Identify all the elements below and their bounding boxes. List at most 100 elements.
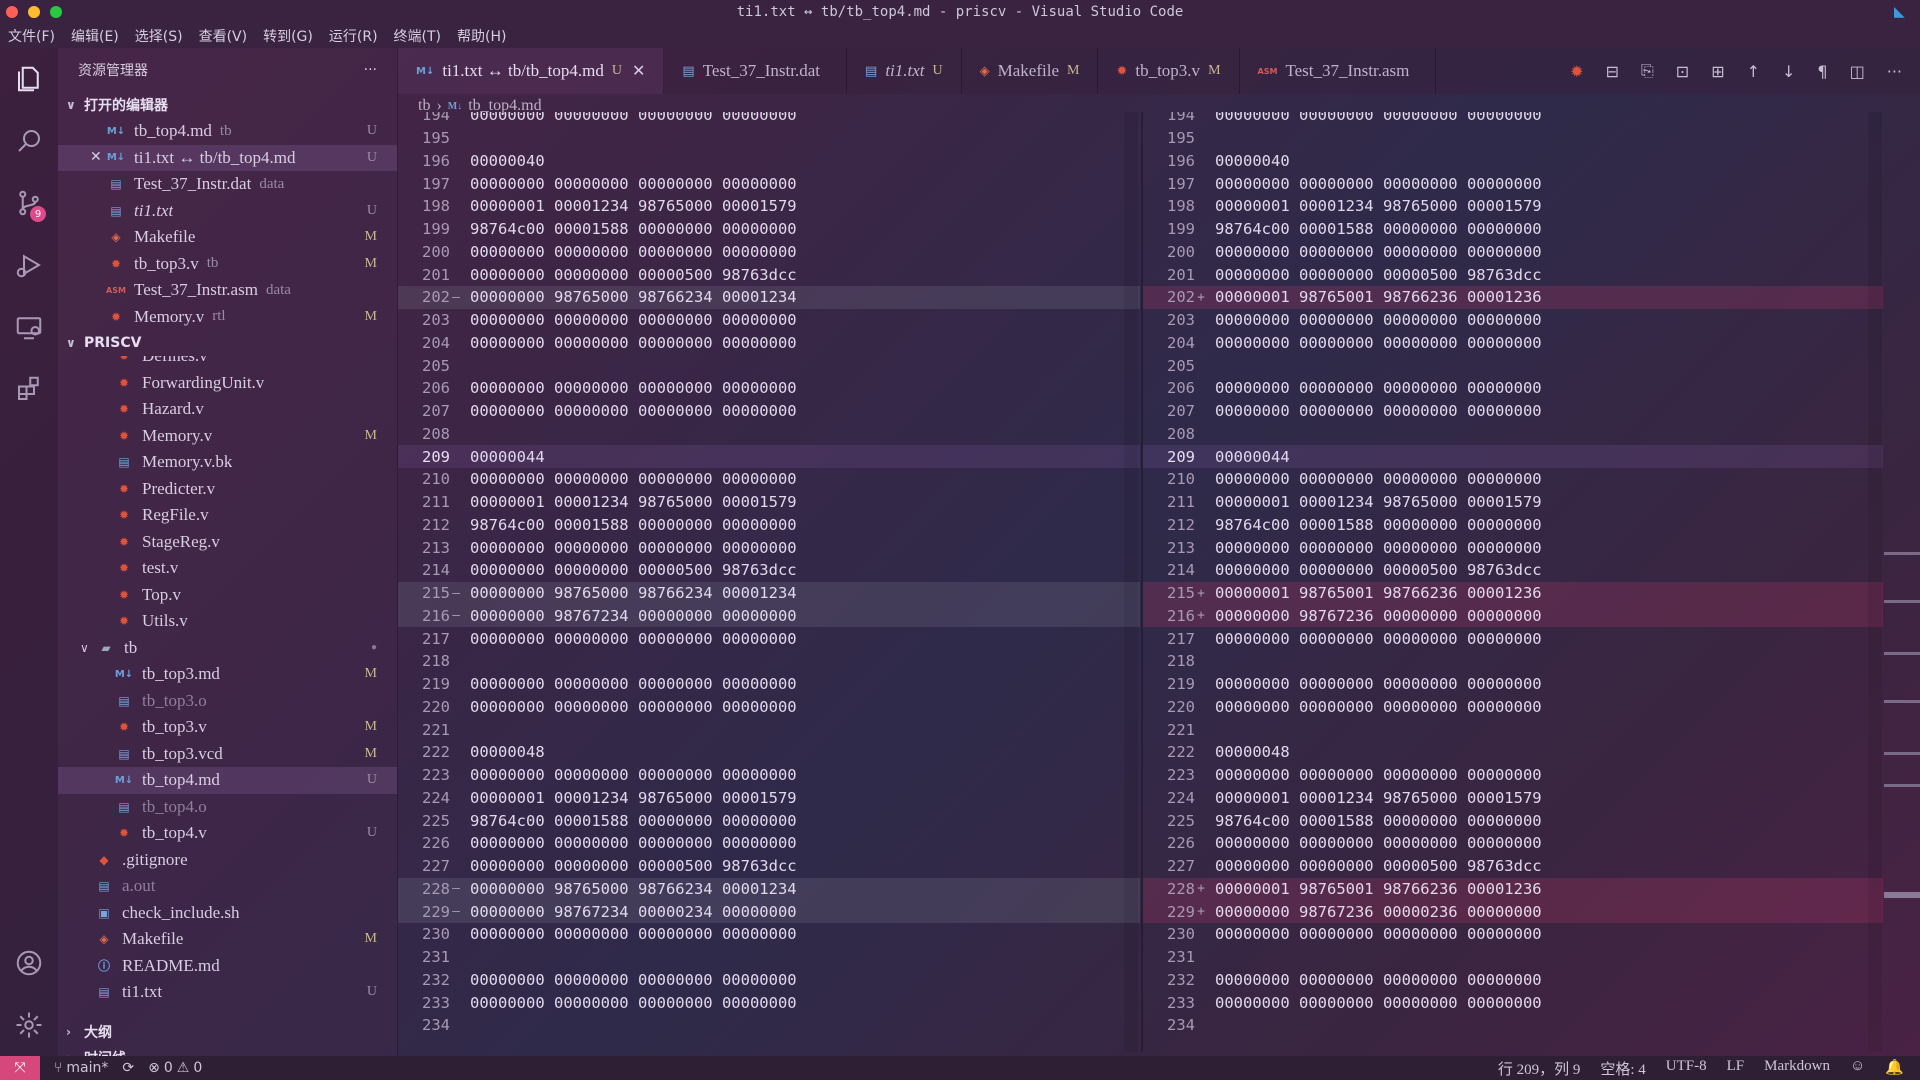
editor-tab[interactable]: ▤ Test_37_Instr.dat <box>664 48 848 94</box>
open-editor-item[interactable]: ASM Test_37_Instr.asm data <box>58 277 397 304</box>
search-activity[interactable] <box>0 110 58 172</box>
diff-line[interactable]: 195 <box>1143 127 1883 150</box>
diff-line[interactable]: 226 00000000 00000000 00000000 00000000 <box>398 832 1140 855</box>
inline-view-icon[interactable]: ⊡ <box>1676 62 1689 81</box>
diff-modified-pane[interactable]: 194 00000000 00000000 00000000 00000000 19… <box>1143 112 1883 1052</box>
open-file-icon[interactable]: ⎘ <box>1641 61 1654 81</box>
editor-tab[interactable]: M↓ ti1.txt ↔ tb/tb_top4.md U ✕ <box>398 48 665 94</box>
diff-line[interactable]: 221 <box>398 718 1140 741</box>
diff-line[interactable]: 225 98764c00 00001588 00000000 00000000 <box>1143 809 1883 832</box>
file-item[interactable]: ✹ Predicter.v <box>58 476 397 503</box>
diff-line[interactable]: 194 00000000 00000000 00000000 00000000 <box>398 112 1140 127</box>
diff-line[interactable]: 209 00000044 <box>398 445 1140 468</box>
save-diff-icon[interactable]: ⊞ <box>1711 62 1724 81</box>
diff-line[interactable]: 231 <box>1143 946 1883 969</box>
diff-line[interactable]: 233 00000000 00000000 00000000 00000000 <box>398 991 1140 1014</box>
file-item[interactable]: M↓ tb_top4.md U <box>58 767 397 794</box>
diff-line[interactable]: 217 00000000 00000000 00000000 00000000 <box>398 627 1140 650</box>
encoding[interactable]: UTF-8 <box>1666 1058 1707 1079</box>
diff-line[interactable]: 217 00000000 00000000 00000000 00000000 <box>1143 627 1883 650</box>
more-actions-icon[interactable]: ··· <box>1887 62 1902 81</box>
source-control-activity[interactable]: 9 <box>0 172 58 234</box>
open-editor-item[interactable]: ▤ Test_37_Instr.dat data <box>58 171 397 198</box>
project-section[interactable]: ∨ PRISCV <box>58 330 397 356</box>
diff-line[interactable]: 227 00000000 00000000 00000500 98763dcc <box>398 855 1140 878</box>
diff-line[interactable]: 226 00000000 00000000 00000000 00000000 <box>1143 832 1883 855</box>
diff-line[interactable]: 224 00000001 00001234 98765000 00001579 <box>1143 787 1883 810</box>
file-item[interactable]: ◆ .gitignore <box>58 847 397 874</box>
menu-item[interactable]: 终端(T) <box>394 26 441 46</box>
language-mode[interactable]: Markdown <box>1764 1058 1830 1079</box>
diff-line[interactable]: 210 00000000 00000000 00000000 00000000 <box>398 468 1140 491</box>
sync-status[interactable]: ⟳ <box>122 1060 134 1076</box>
diff-line[interactable]: 218 <box>1143 650 1883 673</box>
cursor-position[interactable]: 行 209，列 9 <box>1498 1058 1581 1079</box>
indentation[interactable]: 空格: 4 <box>1600 1058 1645 1079</box>
diff-line[interactable]: 230 00000000 00000000 00000000 00000000 <box>398 923 1140 946</box>
diff-line[interactable]: 194 00000000 00000000 00000000 00000000 <box>1143 112 1883 127</box>
file-item[interactable]: ◈ Makefile M <box>58 926 397 953</box>
branch-status[interactable]: ⑂ main* <box>54 1060 108 1076</box>
menu-item[interactable]: 转到(G) <box>263 26 313 46</box>
feedback-icon[interactable]: ☺ <box>1850 1058 1865 1079</box>
diff-line[interactable]: 234 <box>1143 1014 1883 1037</box>
explorer-activity[interactable] <box>0 48 58 110</box>
diff-line[interactable]: 203 00000000 00000000 00000000 00000000 <box>1143 309 1883 332</box>
split-editor-icon[interactable]: ◫ <box>1850 62 1865 81</box>
diff-line[interactable]: 201 00000000 00000000 00000500 98763dcc <box>398 263 1140 286</box>
close-window-button[interactable] <box>6 6 18 18</box>
diff-line[interactable]: 231 <box>398 946 1140 969</box>
diff-line[interactable]: 210 00000000 00000000 00000000 00000000 <box>1143 468 1883 491</box>
editor-tab[interactable]: ✹ tb_top3.v M <box>1098 48 1240 94</box>
editor-tab[interactable]: ◈ Makefile M <box>962 48 1099 94</box>
diff-line[interactable]: 205 <box>1143 354 1883 377</box>
diff-line[interactable]: 197 00000000 00000000 00000000 00000000 <box>1143 172 1883 195</box>
file-item[interactable]: ✹ test.v <box>58 555 397 582</box>
file-item[interactable]: ▤ a.out <box>58 873 397 900</box>
diff-line[interactable]: 196 00000040 <box>1143 150 1883 173</box>
diff-line[interactable]: 203 00000000 00000000 00000000 00000000 <box>398 309 1140 332</box>
diff-line[interactable]: 198 00000001 00001234 98765000 00001579 <box>1143 195 1883 218</box>
diff-line[interactable]: 216— 00000000 98767234 00000000 00000000 <box>398 604 1140 628</box>
file-item[interactable]: ✹ StageReg.v <box>58 529 397 556</box>
diff-line[interactable]: 225 98764c00 00001588 00000000 00000000 <box>398 809 1140 832</box>
accounts-activity[interactable] <box>0 932 58 994</box>
diff-line[interactable]: 234 <box>398 1014 1140 1037</box>
menu-item[interactable]: 选择(S) <box>135 26 183 46</box>
previous-change-icon[interactable]: ↑ <box>1747 62 1760 81</box>
open-editor-item[interactable]: ▤ ti1.txt U <box>58 198 397 225</box>
diff-line[interactable]: 221 <box>1143 718 1883 741</box>
diff-line[interactable]: 223 00000000 00000000 00000000 00000000 <box>398 764 1140 787</box>
diff-line[interactable]: 206 00000000 00000000 00000000 00000000 <box>1143 377 1883 400</box>
diff-line[interactable]: 222 00000048 <box>1143 741 1883 764</box>
diff-line[interactable]: 205 <box>398 354 1140 377</box>
next-change-icon[interactable]: ↓ <box>1782 62 1795 81</box>
file-item[interactable]: ▤ Memory.v.bk <box>58 449 397 476</box>
left-scrollbar[interactable] <box>1124 112 1138 1052</box>
close-tab-icon[interactable]: ✕ <box>632 61 645 81</box>
diff-line[interactable]: 213 00000000 00000000 00000000 00000000 <box>1143 536 1883 559</box>
diff-line[interactable]: 214 00000000 00000000 00000500 98763dcc <box>1143 559 1883 582</box>
diff-line[interactable]: 208 <box>1143 423 1883 446</box>
diff-line[interactable]: 207 00000000 00000000 00000000 00000000 <box>398 400 1140 423</box>
editor-tab[interactable]: ASM Test_37_Instr.asm <box>1240 48 1437 94</box>
open-editor-item[interactable]: ◈ Makefile M <box>58 224 397 251</box>
diff-line[interactable]: 214 00000000 00000000 00000500 98763dcc <box>398 559 1140 582</box>
diff-line[interactable]: 195 <box>398 127 1140 150</box>
diff-line[interactable]: 196 00000040 <box>398 150 1140 173</box>
remote-indicator[interactable]: ⤧ <box>0 1056 40 1080</box>
diff-line[interactable]: 229 +00000000 98767236 00000236 00000000 <box>1143 900 1883 923</box>
diff-line[interactable]: 212 98764c00 00001588 00000000 00000000 <box>1143 514 1883 537</box>
run-debug-activity[interactable] <box>0 234 58 296</box>
diff-line[interactable]: 229— 00000000 98767234 00000234 00000000 <box>398 900 1140 923</box>
file-item[interactable]: ▤ tb_top4.o <box>58 794 397 821</box>
overview-ruler[interactable] <box>1884 112 1920 1052</box>
diff-line[interactable]: 204 00000000 00000000 00000000 00000000 <box>398 332 1140 355</box>
menu-item[interactable]: 运行(R) <box>329 26 378 46</box>
diff-line[interactable]: 232 00000000 00000000 00000000 00000000 <box>1143 969 1883 992</box>
file-item[interactable]: ▤ tb_top3.vcd M <box>58 741 397 768</box>
diff-line[interactable]: 212 98764c00 00001588 00000000 00000000 <box>398 514 1140 537</box>
eol[interactable]: LF <box>1727 1058 1745 1079</box>
diff-line[interactable]: 219 00000000 00000000 00000000 00000000 <box>1143 673 1883 696</box>
diff-line[interactable]: 201 00000000 00000000 00000500 98763dcc <box>1143 263 1883 286</box>
